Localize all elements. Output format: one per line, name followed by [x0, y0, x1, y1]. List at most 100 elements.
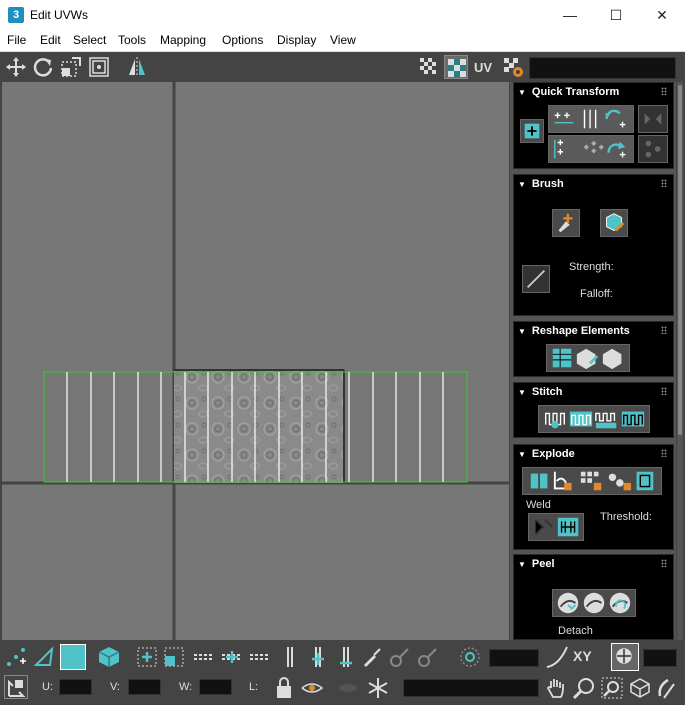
- mirror-icon[interactable]: [125, 55, 149, 79]
- texture-options-icon[interactable]: [501, 55, 525, 79]
- minimize-button[interactable]: —: [547, 0, 593, 30]
- menu-options[interactable]: Options: [222, 33, 263, 47]
- close-button[interactable]: ✕: [639, 0, 685, 30]
- maximize-button[interactable]: ☐: [593, 0, 639, 30]
- tools-panel: ▼ Quick Transform ▼ Brush Strength: Fall…: [510, 82, 676, 640]
- align-vertical-icon[interactable]: [548, 135, 634, 163]
- menu-edit[interactable]: Edit: [40, 33, 61, 47]
- l-label: L:: [249, 681, 259, 693]
- loop-grow-icon[interactable]: [220, 645, 244, 669]
- paint-move-icon[interactable]: [552, 209, 580, 237]
- u-label: U:: [42, 681, 53, 693]
- u-field[interactable]: [59, 679, 92, 695]
- explode-header[interactable]: ▼ Explode: [518, 448, 575, 460]
- peel-rollout: ▼ Peel Detach: [513, 554, 674, 640]
- polygon-select-icon[interactable]: [60, 644, 86, 670]
- paint-select-icon[interactable]: [360, 645, 384, 669]
- pan-hand-icon[interactable]: [544, 676, 568, 700]
- rollout-grip-icon[interactable]: [661, 387, 667, 395]
- peel-header[interactable]: ▼ Peel: [518, 558, 555, 570]
- limit-value-field[interactable]: [643, 649, 677, 667]
- uv-editor-viewport[interactable]: [2, 82, 509, 640]
- threshold-label: Threshold:: [600, 511, 652, 523]
- rollout-grip-icon[interactable]: [661, 559, 667, 567]
- rollout-grip-icon[interactable]: [661, 326, 667, 334]
- stitch-tools-icon[interactable]: [538, 405, 650, 433]
- edit-uvws-window: 3 Edit UVWs — ☐ ✕ File Edit Select Tools…: [0, 0, 685, 703]
- ring-grow-icon[interactable]: [306, 645, 330, 669]
- ring-shrink-icon[interactable]: [334, 645, 358, 669]
- detach-label: Detach: [558, 625, 593, 637]
- rollout-grip-icon[interactable]: [661, 87, 667, 95]
- soft-selection-icon[interactable]: [458, 645, 482, 669]
- freeze-icon[interactable]: [366, 676, 390, 700]
- stitch-header[interactable]: ▼ Stitch: [518, 386, 562, 398]
- xy-toggle[interactable]: XY: [573, 648, 592, 664]
- texture-tile: [174, 370, 344, 483]
- falloff-curve-icon[interactable]: [545, 645, 569, 669]
- rollout-grip-icon[interactable]: [661, 179, 667, 187]
- menu-tools[interactable]: Tools: [118, 33, 146, 47]
- hide-icon[interactable]: [300, 676, 324, 700]
- relax-brush-icon[interactable]: [600, 209, 628, 237]
- grow-selection-icon[interactable]: [135, 645, 159, 669]
- edge-select-icon[interactable]: [32, 645, 56, 669]
- zoom-icon[interactable]: [572, 676, 596, 700]
- explode-rollout: ▼ Explode Weld Threshold:: [513, 444, 674, 550]
- space-disabled-icon: [638, 135, 668, 163]
- reshape-tools-icon[interactable]: [546, 344, 630, 372]
- snap-icon[interactable]: [654, 676, 678, 700]
- menu-mapping[interactable]: Mapping: [160, 33, 206, 47]
- uv-seam-lines: [66, 372, 444, 482]
- coordinate-toolbar: U: V: W: L:: [0, 672, 685, 703]
- uv-label: UV: [474, 60, 493, 75]
- peel-tools-icon[interactable]: [552, 589, 636, 617]
- reshape-elements-rollout: ▼ Reshape Elements: [513, 321, 674, 377]
- menu-bar: File Edit Select Tools Mapping Options D…: [0, 30, 685, 52]
- zoom-extents-icon[interactable]: [628, 676, 652, 700]
- menu-select[interactable]: Select: [73, 33, 106, 47]
- freeform-icon[interactable]: [87, 55, 111, 79]
- move-icon[interactable]: [4, 55, 28, 79]
- weld-tools-icon[interactable]: [528, 513, 584, 541]
- vertex-select-icon[interactable]: [4, 645, 28, 669]
- show-icon[interactable]: [336, 676, 360, 700]
- reshape-elements-header[interactable]: ▼ Reshape Elements: [518, 325, 630, 337]
- scale-icon[interactable]: [59, 55, 83, 79]
- filter-dropdown[interactable]: [403, 679, 539, 697]
- w-field[interactable]: [199, 679, 232, 695]
- strength-label: Strength:: [569, 261, 614, 273]
- checker-pattern-icon[interactable]: [417, 55, 441, 79]
- soft-selection-value[interactable]: [489, 649, 539, 667]
- limit-selection-icon[interactable]: [611, 643, 639, 671]
- ring-select-icon[interactable]: [278, 645, 302, 669]
- rotate-icon[interactable]: [31, 55, 55, 79]
- align-horizontal-icon[interactable]: [548, 105, 634, 133]
- menu-file[interactable]: File: [7, 33, 26, 47]
- falloff-label: Falloff:: [580, 288, 613, 300]
- flip-disabled-icon: [638, 105, 668, 133]
- loop-shrink-icon[interactable]: [248, 645, 272, 669]
- rollout-grip-icon[interactable]: [661, 449, 667, 457]
- brush-falloff-icon[interactable]: [522, 265, 550, 293]
- element-select-icon[interactable]: [97, 645, 121, 669]
- zoom-region-icon[interactable]: [600, 676, 624, 700]
- quick-transform-header[interactable]: ▼ Quick Transform: [518, 86, 619, 98]
- v-field[interactable]: [128, 679, 161, 695]
- menu-view[interactable]: View: [330, 33, 356, 47]
- brush-header[interactable]: ▼ Brush: [518, 178, 564, 190]
- lock-icon[interactable]: [272, 676, 296, 700]
- shrink-selection-icon[interactable]: [162, 645, 186, 669]
- paint-shrink-icon[interactable]: [416, 645, 440, 669]
- title-bar: 3 Edit UVWs — ☐ ✕: [0, 0, 685, 30]
- w-label: W:: [179, 681, 193, 693]
- explode-tools-icon[interactable]: [522, 467, 662, 495]
- texture-dropdown[interactable]: [529, 57, 676, 79]
- loop-select-icon[interactable]: [192, 645, 216, 669]
- menu-display[interactable]: Display: [277, 33, 316, 47]
- paint-grow-icon[interactable]: [388, 645, 412, 669]
- absolute-offset-icon[interactable]: [4, 675, 28, 699]
- panel-scroll-thumb[interactable]: [678, 85, 682, 435]
- show-map-icon[interactable]: [444, 55, 468, 79]
- center-pivot-icon[interactable]: [520, 119, 544, 143]
